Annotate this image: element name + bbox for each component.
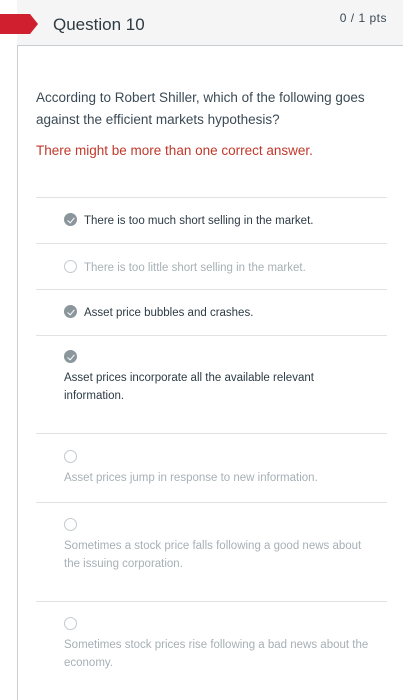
answer-option[interactable]: There is too much short selling in the m… <box>64 212 374 230</box>
divider <box>36 197 387 198</box>
answer-label: Asset price bubbles and crashes. <box>84 307 254 319</box>
checked-radio-icon[interactable] <box>64 305 77 318</box>
answer-option[interactable]: There is too little short selling in the… <box>64 259 374 277</box>
answer-option[interactable]: Sometimes stock prices rise following a … <box>64 617 374 672</box>
checked-radio-icon[interactable] <box>64 350 77 363</box>
divider <box>36 502 387 503</box>
radio-icon[interactable] <box>64 518 77 531</box>
answer-label: Asset prices incorporate all the availab… <box>64 372 314 402</box>
answer-label: Asset prices jump in response to new inf… <box>64 472 318 484</box>
radio-icon[interactable] <box>64 260 77 273</box>
answer-label: Sometimes stock prices rise following a … <box>64 639 369 669</box>
radio-icon[interactable] <box>64 617 77 630</box>
answer-option[interactable]: Asset price bubbles and crashes. <box>64 304 374 322</box>
question-header: Question 10 0 / 1 pts <box>17 0 403 46</box>
divider <box>36 289 387 290</box>
answer-label: There is too much short selling in the m… <box>84 215 314 227</box>
divider <box>36 335 387 336</box>
divider <box>36 243 387 244</box>
radio-icon[interactable] <box>64 450 77 463</box>
question-note: There might be more than one correct ans… <box>36 143 313 158</box>
answer-label: Sometimes a stock price falls following … <box>64 540 362 570</box>
checked-radio-icon[interactable] <box>64 213 77 226</box>
answer-option[interactable]: Asset prices jump in response to new inf… <box>64 450 374 487</box>
answer-option[interactable]: Sometimes a stock price falls following … <box>64 518 374 573</box>
flag-icon[interactable] <box>0 14 38 34</box>
question-title: Question 10 <box>53 15 145 34</box>
divider <box>36 601 387 602</box>
question-prompt: According to Robert Shiller, which of th… <box>36 90 365 127</box>
answer-option[interactable]: Asset prices incorporate all the availab… <box>64 350 374 405</box>
divider <box>36 433 387 434</box>
answer-label: There is too little short selling in the… <box>84 262 306 274</box>
points-label: 0 / 1 pts <box>339 11 387 25</box>
